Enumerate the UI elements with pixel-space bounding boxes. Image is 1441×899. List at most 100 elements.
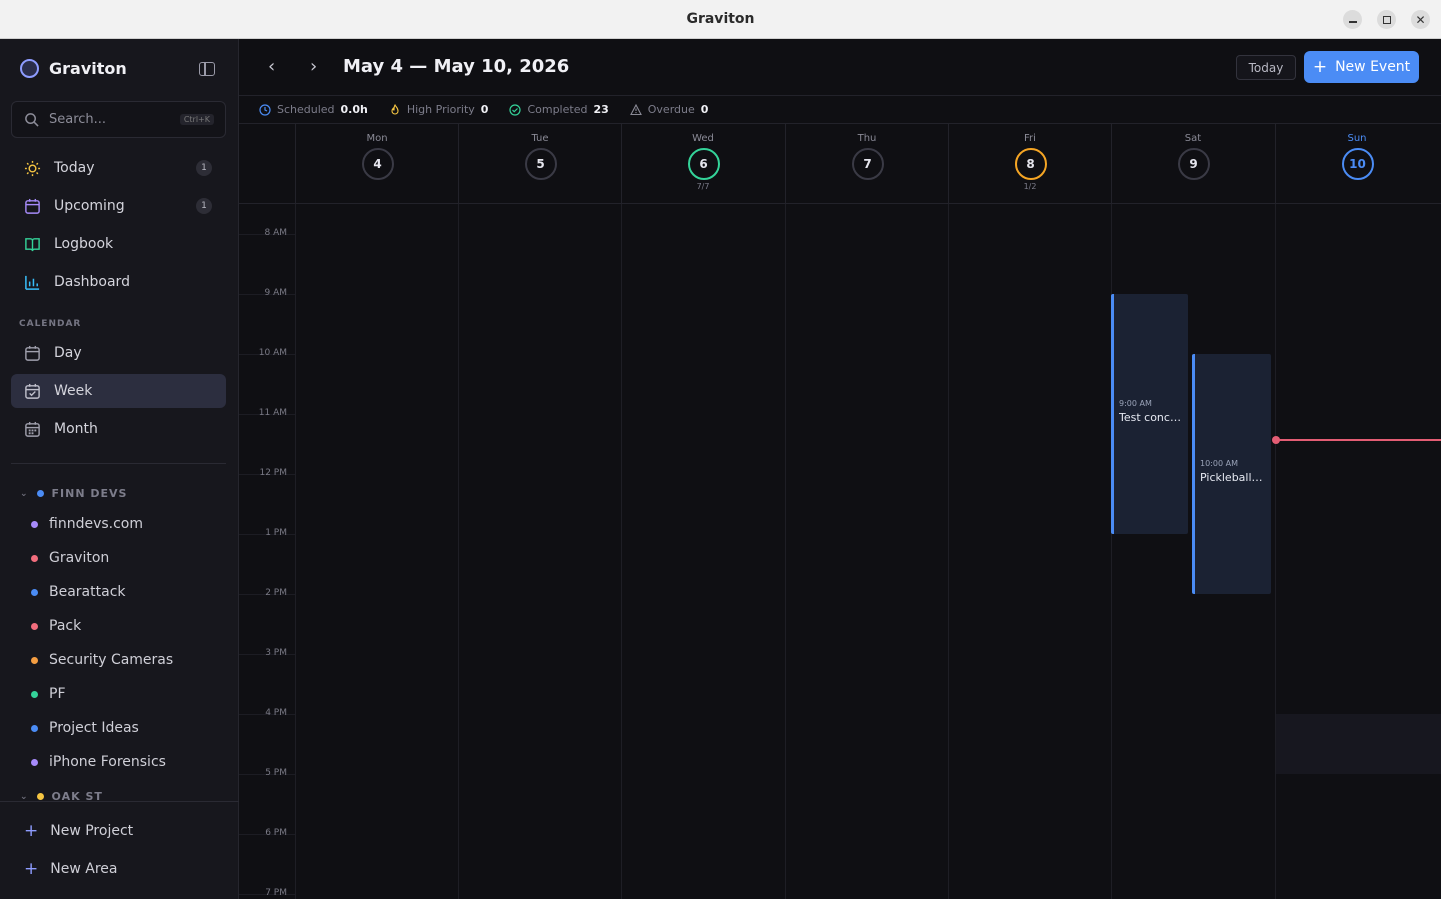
calendar-view-day[interactable]: Day (11, 336, 226, 370)
hour-label: 5 PM (265, 768, 287, 778)
project-color-dot (31, 520, 38, 528)
day-header-thu[interactable]: Thu 7 (785, 124, 948, 204)
app-logo-icon (20, 59, 39, 78)
project-color-dot (31, 656, 38, 664)
day-header-fri[interactable]: Fri 8 1/2 (948, 124, 1111, 204)
nav-dashboard[interactable]: Dashboard (11, 265, 226, 299)
stat-value: 0 (700, 103, 709, 116)
day-column-divider (458, 204, 459, 899)
new-project-button[interactable]: + New Project (24, 821, 133, 841)
minimize-button[interactable] (1343, 10, 1362, 29)
project-item[interactable]: Security Cameras (31, 652, 173, 668)
hour-label: 2 PM (265, 588, 287, 598)
sidebar-toggle-icon[interactable] (199, 62, 215, 76)
project-name: Bearattack (49, 584, 126, 600)
event-title: Pickleball h... (1200, 471, 1266, 484)
new-event-label: New Event (1335, 59, 1411, 75)
search-box[interactable]: Ctrl+K (11, 101, 226, 138)
project-name: Project Ideas (49, 720, 139, 736)
calendar-section-label: CALENDAR (19, 319, 82, 329)
calendar-view-week[interactable]: Week (11, 374, 226, 408)
project-item[interactable]: iPhone Forensics (31, 754, 166, 770)
day-number: 7 (851, 148, 884, 180)
nav-logbook[interactable]: Logbook (11, 227, 226, 261)
hour-label: 3 PM (265, 648, 287, 658)
hour-label: 6 PM (265, 828, 287, 838)
day-name: Thu (857, 133, 877, 144)
prev-week-button[interactable]: ‹ (268, 56, 275, 77)
search-input[interactable] (49, 112, 179, 127)
calendar-event[interactable]: 9:00 AM Test concidi... (1111, 294, 1188, 534)
nav-label: Dashboard (54, 274, 130, 290)
project-color-dot (31, 690, 38, 698)
clock-icon (259, 103, 271, 116)
new-event-button[interactable]: + New Event (1304, 51, 1419, 83)
project-item[interactable]: Project Ideas (31, 720, 139, 736)
project-item[interactable]: Pack (31, 618, 81, 634)
day-column-divider (948, 204, 949, 899)
event-time: 10:00 AM (1200, 459, 1238, 468)
day-name: Tue (531, 133, 549, 144)
calendar-check-icon (25, 383, 40, 399)
stat-label: Scheduled (277, 103, 335, 116)
day-header-tue[interactable]: Tue 5 (458, 124, 621, 204)
week-day-header: Mon 4 Tue 5 Wed 6 7/7 Thu 7 Fri 8 1/2 Sat 9 Sun 10 (239, 124, 1441, 204)
area-color-dot (36, 793, 44, 800)
day-header-sat[interactable]: Sat 9 (1111, 124, 1274, 204)
event-title: Test concidi... (1119, 411, 1183, 424)
hour-label: 7 PM (265, 888, 287, 898)
new-area-button[interactable]: + New Area (24, 859, 117, 879)
stat-value: 0 (480, 103, 489, 116)
minimize-icon (1348, 21, 1357, 23)
hour-label: 4 PM (265, 708, 287, 718)
next-week-button[interactable]: › (310, 56, 317, 77)
hour-label: 1 PM (265, 528, 287, 538)
today-button[interactable]: Today (1236, 55, 1296, 80)
project-item[interactable]: Bearattack (31, 584, 126, 600)
hour-label: 12 PM (259, 468, 287, 478)
project-item[interactable]: PF (31, 686, 66, 702)
stats-bar: Scheduled 0.0h High Priority 0 Completed… (239, 96, 1441, 124)
day-header-mon[interactable]: Mon 4 (295, 124, 458, 204)
week-time-grid[interactable]: 8 AM 9 AM 10 AM 11 AM 12 PM 1 PM 2 PM 3 PM 4 PM 5… (239, 204, 1441, 899)
day-name: Sat (1184, 133, 1202, 144)
hour-label: 10 AM (258, 348, 287, 358)
day-number: 4 (361, 148, 394, 180)
brand: Graviton (20, 59, 127, 78)
day-header-wed[interactable]: Wed 6 7/7 (621, 124, 784, 204)
warning-icon (629, 103, 642, 115)
nav-label: Upcoming (54, 198, 125, 214)
stat-value: 0.0h (340, 103, 368, 116)
nav-label: Today (54, 160, 95, 176)
event-time: 9:00 AM (1119, 399, 1152, 408)
day-header-sun[interactable]: Sun 10 (1275, 124, 1438, 204)
stat-completed: Completed 23 (509, 103, 609, 116)
project-name: Pack (49, 618, 82, 634)
calendar-view-month[interactable]: Month (11, 412, 226, 446)
project-color-dot (31, 622, 38, 630)
maximize-button[interactable] (1377, 10, 1396, 29)
close-button[interactable]: ✕ (1411, 10, 1430, 29)
maximize-icon (1382, 15, 1391, 24)
stat-scheduled: Scheduled 0.0h (259, 103, 368, 116)
day-name: Wed (692, 133, 714, 144)
calendar-event[interactable]: 10:00 AM Pickleball h... (1192, 354, 1271, 594)
project-color-dot (31, 758, 38, 766)
project-name: finndevs.com (49, 516, 143, 532)
nav-upcoming[interactable]: Upcoming 1 (11, 189, 226, 223)
project-item[interactable]: finndevs.com (31, 516, 143, 532)
stat-value: 23 (593, 103, 609, 116)
day-number: 6 (687, 148, 720, 180)
day-name: Fri (1024, 133, 1036, 144)
chevron-down-icon: ⌄ (20, 488, 29, 499)
count-badge: 1 (196, 198, 212, 214)
calendar-icon (25, 198, 40, 214)
nav-today[interactable]: Today 1 (11, 151, 226, 185)
stat-high-priority: High Priority 0 (389, 103, 489, 116)
stat-label: High Priority (406, 103, 475, 116)
window-titlebar: Graviton ✕ (0, 0, 1441, 39)
nav-label: Month (54, 421, 98, 437)
project-item[interactable]: Graviton (31, 550, 109, 566)
area-finn-devs[interactable]: ⌄ FINN DEVS (20, 487, 127, 500)
date-range-title: May 4 — May 10, 2026 (343, 56, 570, 77)
